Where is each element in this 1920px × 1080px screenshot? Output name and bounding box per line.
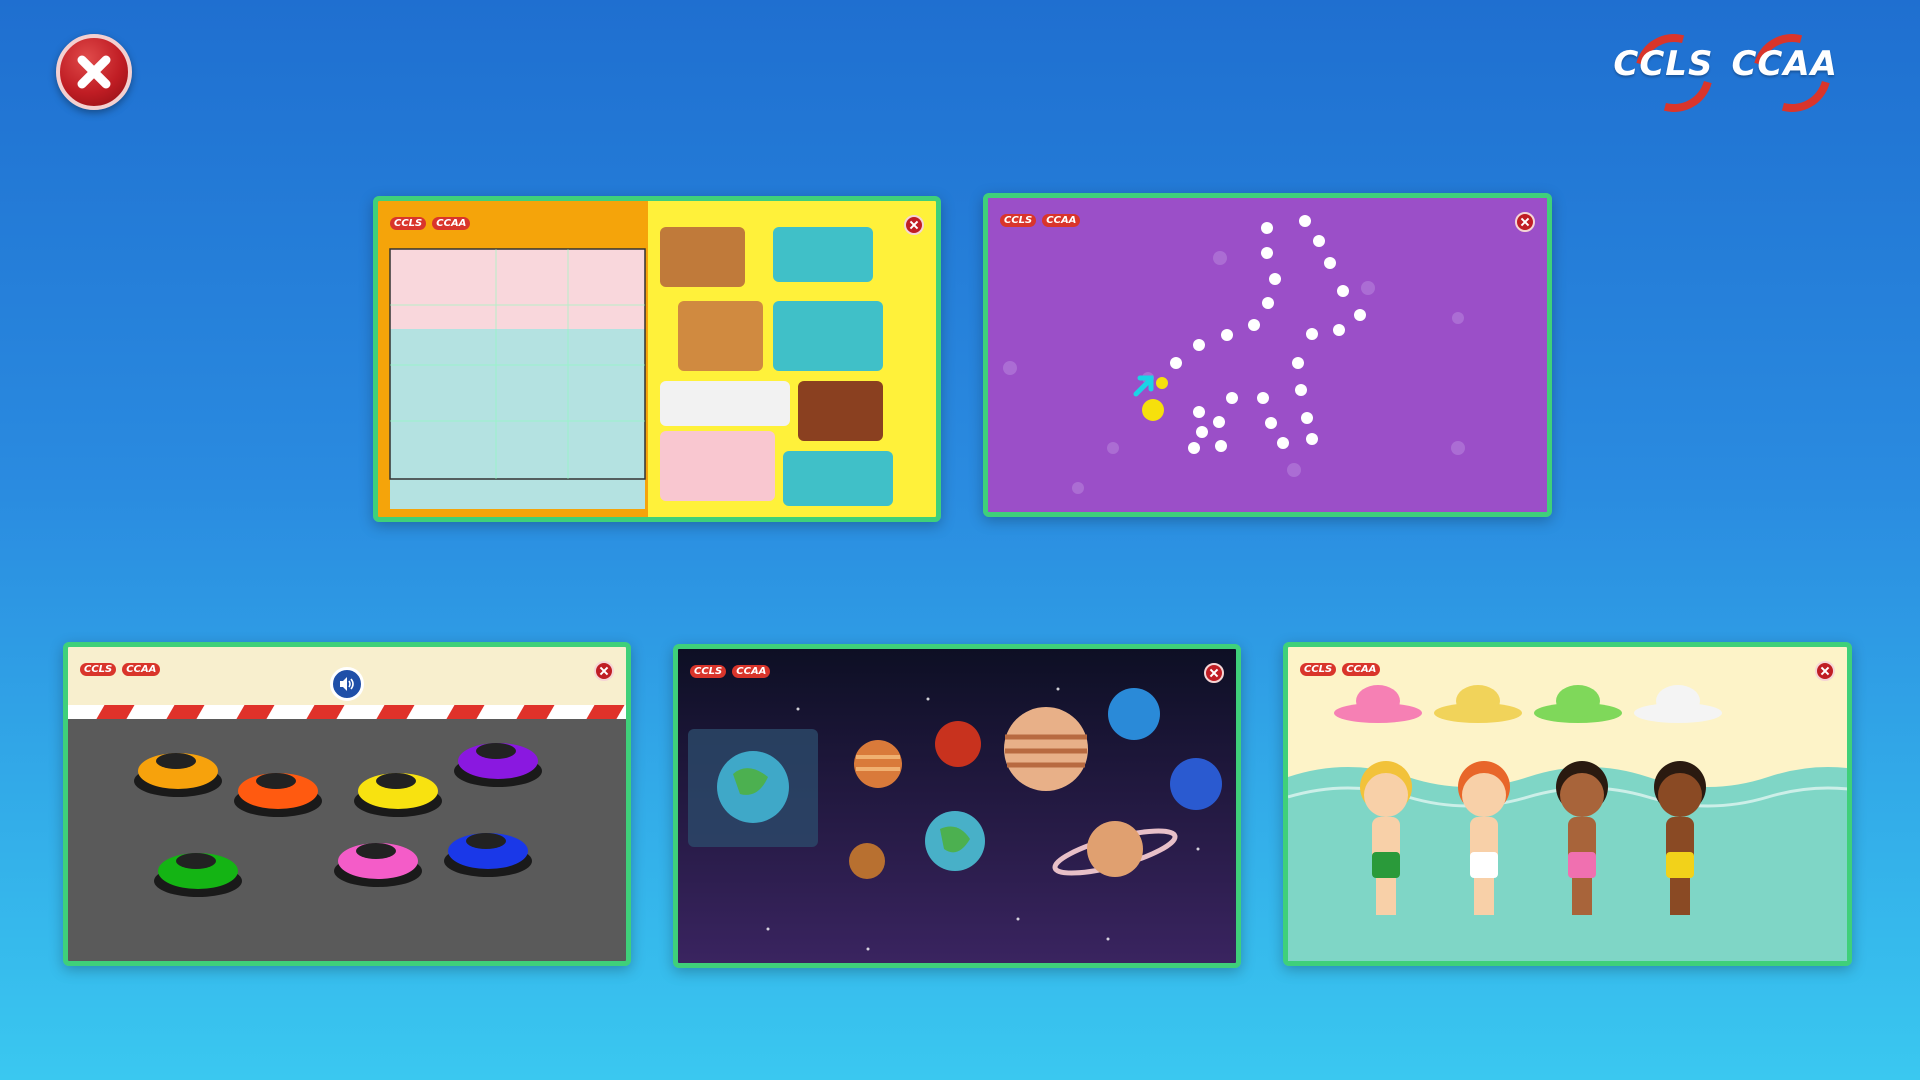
dots-preview <box>988 198 1547 512</box>
bumper-car[interactable] <box>454 743 542 787</box>
game-card-connect-the-dots[interactable]: CCLS CCAA <box>983 193 1552 517</box>
card-brand: CCLS CCAA <box>690 665 771 678</box>
beach-preview <box>1288 647 1847 961</box>
card-close-icon[interactable] <box>1815 661 1835 681</box>
bumper-car[interactable] <box>354 773 442 817</box>
card-brand: CCLS CCAA <box>1000 214 1081 227</box>
brand-word-ccaa: CCAA <box>1731 44 1838 84</box>
planets-preview <box>678 649 1236 963</box>
bumper-car[interactable] <box>134 753 222 797</box>
close-icon <box>77 55 111 89</box>
brand-logo: CCLS CCAA <box>1613 44 1838 84</box>
game-card-planets[interactable]: CCLS CCAA <box>673 644 1241 968</box>
card-brand: CCLS CCAA <box>1300 663 1381 676</box>
card-close-icon[interactable] <box>1204 663 1224 683</box>
jigsaw-preview <box>378 201 936 517</box>
speaker-button[interactable] <box>330 667 364 701</box>
card-close-icon[interactable] <box>1515 212 1535 232</box>
bumper-car[interactable] <box>334 843 422 887</box>
brand-word-ccls: CCLS <box>1613 44 1714 84</box>
bumper-car[interactable] <box>234 773 322 817</box>
card-brand: CCLS CCAA <box>80 663 161 676</box>
game-card-beach-hats[interactable]: CCLS CCAA <box>1283 642 1852 966</box>
speaker-icon <box>340 677 354 691</box>
game-card-jigsaw-puzzle[interactable]: CCLS CCAA <box>373 196 941 522</box>
card-brand: CCLS CCAA <box>390 217 471 230</box>
bumper-car[interactable] <box>154 853 242 897</box>
card-close-icon[interactable] <box>904 215 924 235</box>
bumper-car[interactable] <box>444 833 532 877</box>
game-card-bumper-cars[interactable]: CCLS CCAA <box>63 642 631 966</box>
close-button[interactable] <box>56 34 132 110</box>
card-close-icon[interactable] <box>594 661 614 681</box>
